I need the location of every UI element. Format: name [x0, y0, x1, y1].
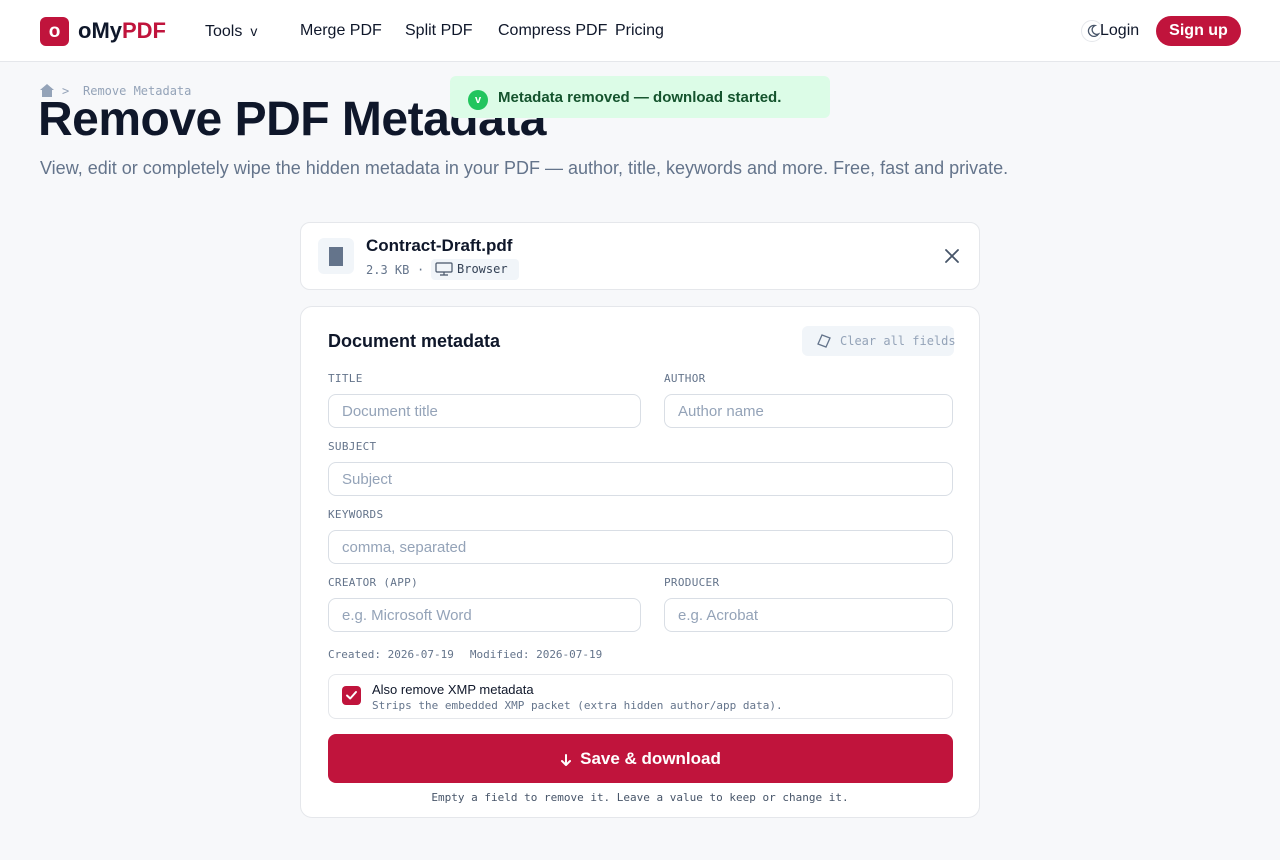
page-subtitle: View, edit or completely wipe the hidden… — [40, 158, 1009, 178]
producer-label: PRODUCER — [664, 576, 720, 589]
logo-text-plain: oMy — [78, 18, 122, 43]
file-source-badge: Browser — [431, 259, 519, 280]
logo-mark[interactable]: o — [40, 17, 69, 46]
keywords-input[interactable] — [328, 530, 953, 564]
moon-icon — [1087, 24, 1100, 38]
title-label: TITLE — [328, 372, 363, 385]
document-dates: Created: 2026-07-19 Modified: 2026-07-19 — [328, 648, 602, 662]
top-nav-bar: o oMyPDF Tools v Merge PDF Split PDF Comp… — [0, 0, 1280, 62]
file-size: 2.3 KB — [366, 263, 410, 277]
xmp-option-title: Also remove XMP metadata — [372, 682, 534, 697]
metadata-form: Document metadata Clear all fields TITLE… — [300, 306, 980, 818]
keywords-label: KEYWORDS — [328, 508, 384, 521]
success-toast: v Metadata removed — download started. — [450, 76, 830, 118]
clear-all-fields-button[interactable]: Clear all fields — [802, 326, 956, 356]
created-date: Created: 2026-07-19 — [328, 648, 454, 661]
nav-tools-menu[interactable]: Tools v — [205, 20, 257, 43]
xmp-option-description: Strips the embedded XMP packet (extra hi… — [372, 699, 783, 712]
subject-input[interactable] — [328, 462, 953, 496]
producer-input[interactable] — [664, 598, 953, 632]
file-icon — [318, 238, 354, 274]
monitor-icon — [435, 262, 453, 276]
logo-text-accent: PDF — [122, 18, 166, 43]
creator-label: CREATOR (APP) — [328, 576, 418, 589]
check-circle-icon: v — [468, 90, 488, 110]
uploaded-file-card: Contract-Draft.pdf 2.3 KB · Browser — [300, 222, 980, 290]
close-icon[interactable] — [943, 247, 961, 265]
download-arrow-icon — [561, 754, 572, 766]
author-input[interactable] — [664, 394, 953, 428]
clear-all-fields-label: Clear all fields — [840, 334, 956, 348]
file-meta-separator: · — [417, 263, 425, 277]
xmp-checkbox[interactable] — [342, 686, 361, 705]
signup-button[interactable]: Sign up — [1156, 16, 1241, 46]
subject-label: SUBJECT — [328, 440, 377, 453]
login-link[interactable]: Login — [1100, 20, 1139, 42]
creator-input[interactable] — [328, 598, 641, 632]
nav-split-pdf[interactable]: Split PDF — [405, 20, 473, 42]
save-download-button[interactable]: Save & download — [328, 734, 953, 783]
modified-date: Modified: 2026-07-19 — [469, 648, 603, 661]
nav-pricing[interactable]: Pricing — [615, 20, 664, 42]
toast-message: Metadata removed — download started. — [498, 89, 782, 106]
save-download-label: Save & download — [580, 749, 721, 768]
xmp-option[interactable]: Also remove XMP metadata Strips the embe… — [328, 674, 953, 719]
title-input[interactable] — [328, 394, 641, 428]
eraser-icon — [817, 334, 831, 348]
file-source-label: Browser — [457, 262, 508, 276]
check-icon — [346, 691, 357, 700]
logo-text[interactable]: oMyPDF — [78, 17, 166, 45]
author-label: AUTHOR — [664, 372, 706, 385]
form-footnote: Empty a field to remove it. Leave a valu… — [431, 791, 849, 804]
nav-compress-pdf[interactable]: Compress PDF — [498, 20, 607, 42]
nav-merge-pdf[interactable]: Merge PDF — [300, 20, 382, 42]
file-name: Contract-Draft.pdf — [366, 236, 513, 255]
form-heading: Document metadata — [328, 331, 501, 351]
nav-tools-label: Tools — [205, 23, 243, 40]
chevron-down-icon: v — [250, 23, 258, 39]
